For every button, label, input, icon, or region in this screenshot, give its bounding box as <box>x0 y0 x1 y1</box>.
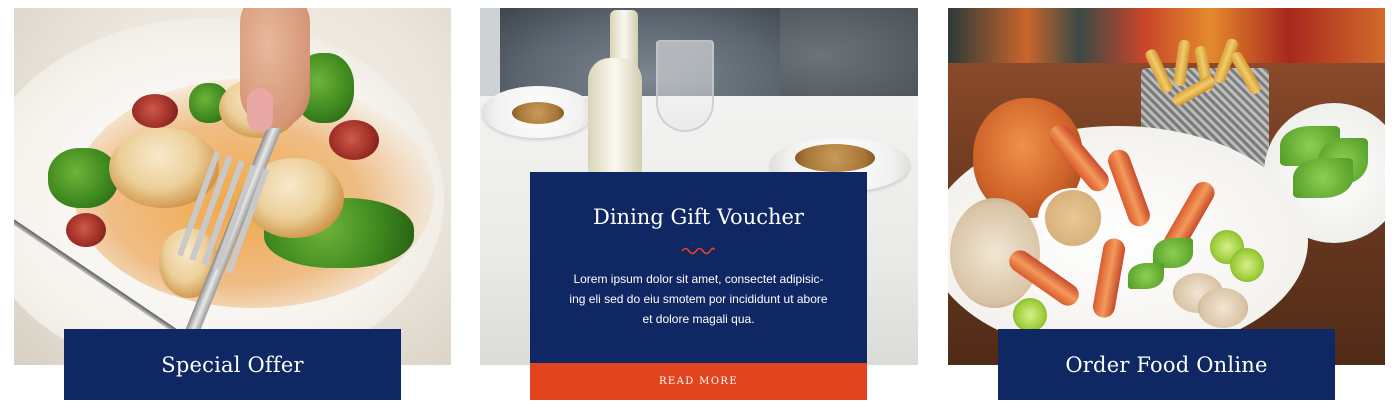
gift-voucher-title: Dining Gift Voucher <box>593 205 804 229</box>
read-more-button[interactable]: READ MORE <box>530 363 867 400</box>
special-offer-photo[interactable] <box>14 8 451 365</box>
gift-voucher-description: Lorem ipsum dolor sit amet, consectet ad… <box>569 272 828 326</box>
order-food-title: Order Food Online <box>1065 352 1268 377</box>
wave-divider-icon <box>681 247 715 255</box>
seafood-platter-image <box>948 8 1385 365</box>
gift-voucher-panel: Dining Gift Voucher Lorem ipsum dolor si… <box>530 172 867 363</box>
special-offer-title: Special Offer <box>161 352 304 377</box>
special-offer-label[interactable]: Special Offer <box>64 329 401 400</box>
order-food-label[interactable]: Order Food Online <box>998 329 1335 400</box>
order-food-photo[interactable] <box>948 8 1385 365</box>
scallops-dish-image <box>14 8 451 365</box>
